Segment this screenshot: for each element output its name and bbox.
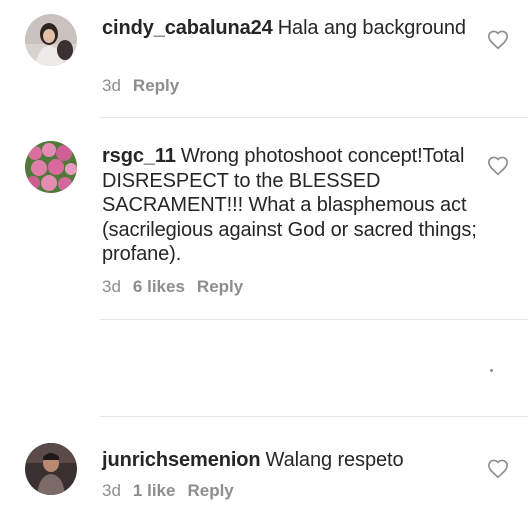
comment-text: Walang respeto: [265, 449, 404, 471]
divider: [100, 416, 528, 417]
comment-time: 3d: [102, 277, 121, 296]
comment-body: junrichsemenion Walang respeto: [102, 448, 477, 473]
reply-button[interactable]: Reply: [197, 277, 243, 296]
divider: [100, 117, 528, 118]
scroll-indicator: [490, 369, 493, 372]
reply-button[interactable]: Reply: [133, 76, 179, 95]
heart-outline-icon[interactable]: [487, 29, 509, 51]
reply-button[interactable]: Reply: [187, 481, 233, 500]
avatar[interactable]: [25, 141, 77, 193]
comment-text: Hala ang background: [277, 17, 466, 39]
avatar[interactable]: [25, 443, 77, 495]
heart-outline-icon[interactable]: [487, 458, 509, 480]
comment-username[interactable]: cindy_cabaluna24: [102, 17, 273, 39]
comment-meta: 3d 6 likes Reply: [102, 277, 243, 297]
heart-outline-icon[interactable]: [487, 155, 509, 177]
comment-meta: 3d 1 like Reply: [102, 481, 234, 501]
comment-likes[interactable]: 6 likes: [133, 277, 185, 296]
divider: [100, 319, 528, 320]
comment-time: 3d: [102, 481, 121, 500]
comment-meta: 3d Reply: [102, 76, 179, 96]
comment-body: rsgc_11 Wrong photoshoot concept!Total DI…: [102, 144, 477, 267]
comment-likes[interactable]: 1 like: [133, 481, 176, 500]
comment-body: cindy_cabaluna24 Hala ang background: [102, 16, 477, 41]
avatar[interactable]: [25, 14, 77, 66]
comment-username[interactable]: rsgc_11: [102, 145, 176, 167]
comment-username[interactable]: junrichsemenion: [102, 449, 261, 471]
comment-time: 3d: [102, 76, 121, 95]
